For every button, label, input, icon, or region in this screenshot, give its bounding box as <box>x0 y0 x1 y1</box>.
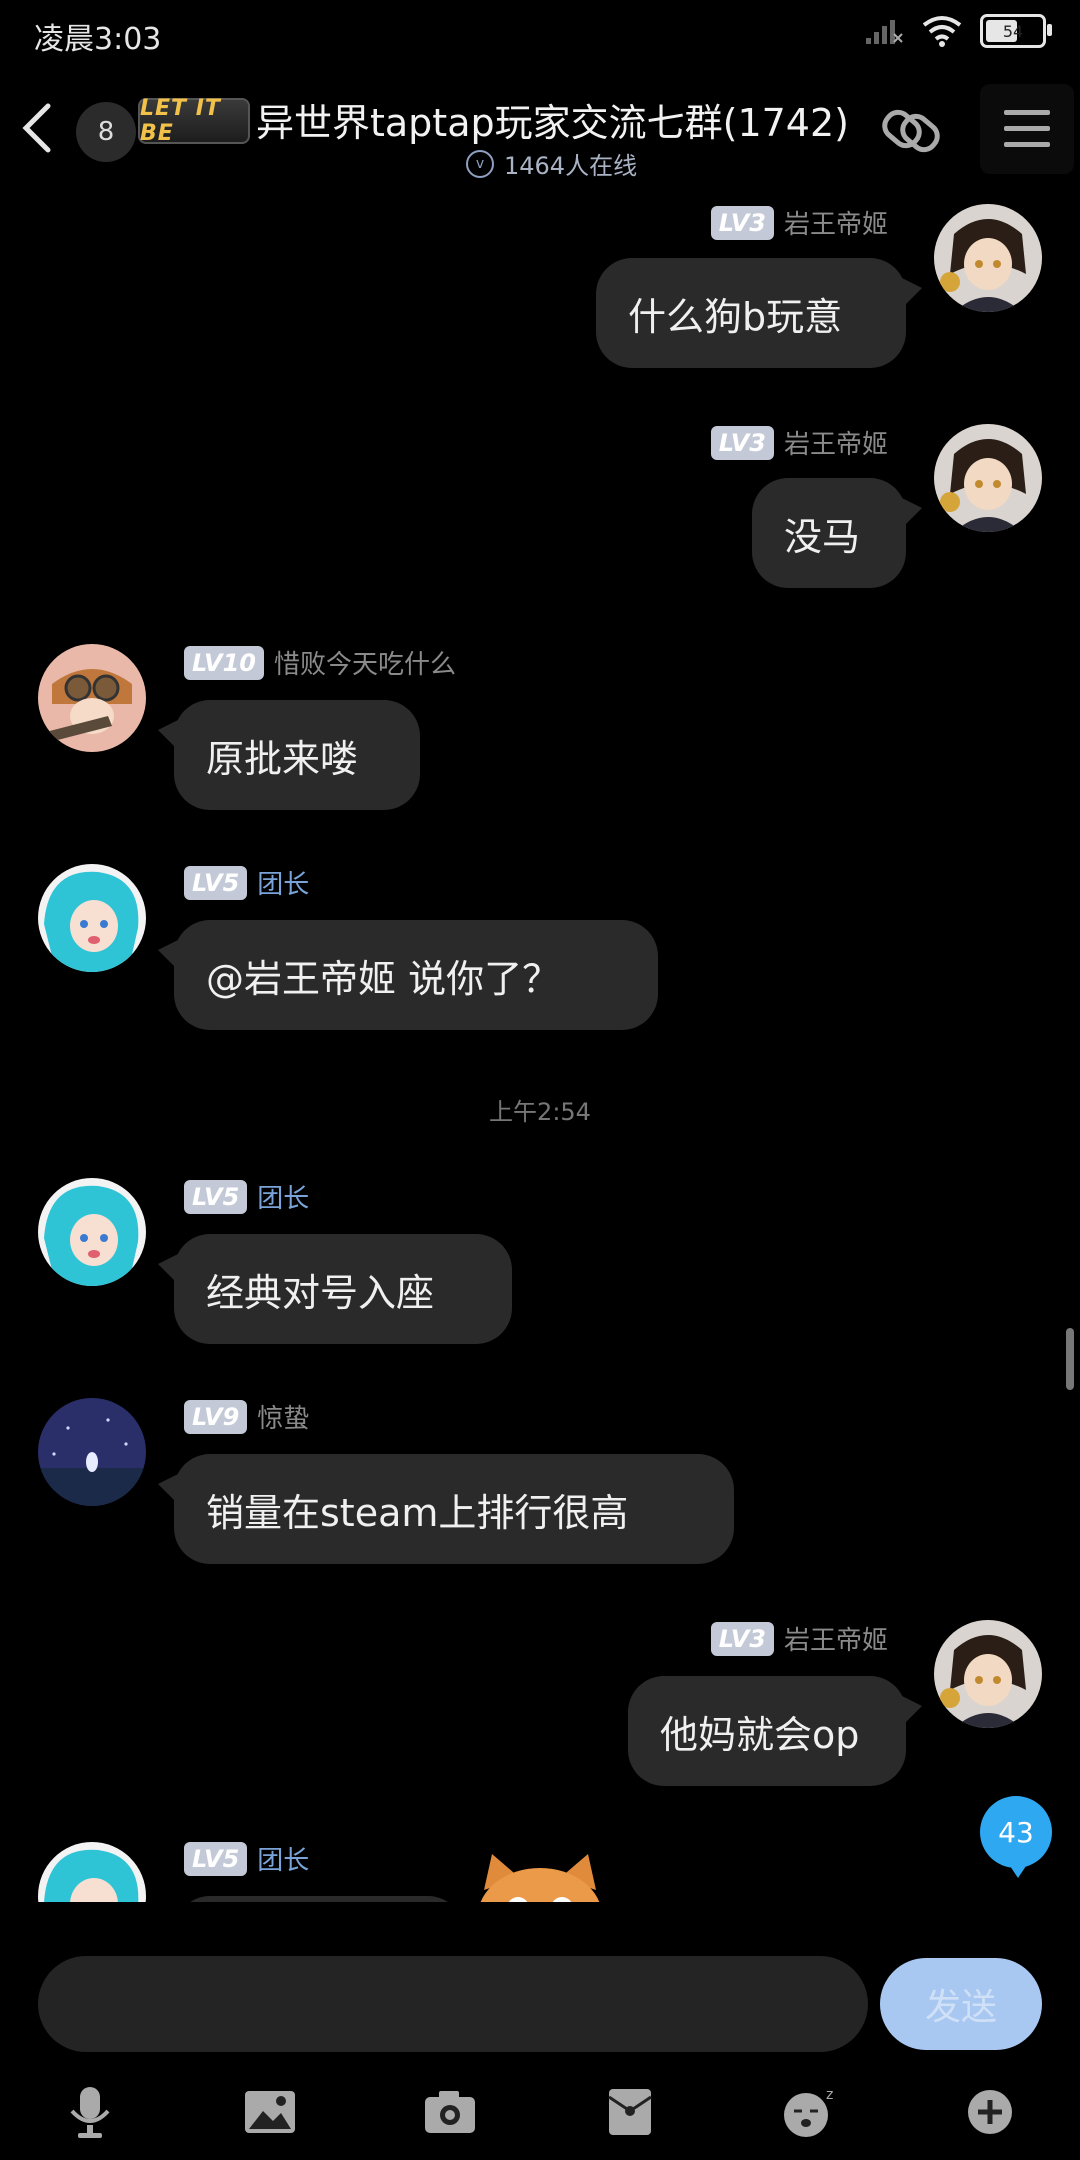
link-button[interactable] <box>876 98 946 164</box>
level-badge: LV9 <box>184 1399 248 1434</box>
status-bar: 凌晨3:03 54 <box>0 0 1080 70</box>
avatar[interactable] <box>38 644 146 752</box>
group-logo: LET IT BE <box>138 96 250 146</box>
message-bubble[interactable]: 销量在steam上排行很高 <box>158 1454 734 1564</box>
message-bubble[interactable]: @岩王帝姬 说你了？ <box>158 920 658 1030</box>
new-messages-badge[interactable]: 43 <box>980 1796 1052 1878</box>
level-badge: LV10 <box>184 645 264 680</box>
menu-icon <box>1004 110 1050 147</box>
level-badge: LV5 <box>184 1179 248 1214</box>
message-meta: LV5 团长 <box>184 1178 309 1215</box>
input-bar: 发送 <box>0 1902 1080 2072</box>
status-icons: 54 <box>864 14 1052 48</box>
emoji-button[interactable]: z <box>780 2082 840 2142</box>
nickname[interactable]: 岩王帝姬 <box>784 424 888 461</box>
message-bubble[interactable]: 经典对号入座 <box>158 1234 512 1344</box>
chat-header: 8 LET IT BE 异世界taptap玩家交流七群(1742) v 1464… <box>0 70 1080 190</box>
nickname[interactable]: 惜败今天吃什么 <box>274 644 456 681</box>
nickname[interactable]: 岩王帝姬 <box>784 1620 888 1657</box>
nickname[interactable]: 团长 <box>257 1840 309 1877</box>
message-bubble[interactable]: 什么狗b玩意 <box>596 258 922 368</box>
nickname[interactable]: 团长 <box>257 864 309 901</box>
message-bubble[interactable]: 他妈就会op <box>628 1676 922 1786</box>
menu-button[interactable] <box>980 84 1074 174</box>
bottom-toolbar: z <box>0 2072 1080 2160</box>
microphone-icon <box>70 2087 110 2138</box>
more-button[interactable] <box>960 2082 1020 2142</box>
battery-icon: 54 <box>980 14 1052 48</box>
avatar[interactable] <box>38 1398 146 1506</box>
status-time: 凌晨3:03 <box>34 22 162 57</box>
chevron-left-icon <box>22 103 51 153</box>
level-badge: LV5 <box>184 1841 248 1876</box>
message-meta: LV9 惊蛰 <box>184 1398 309 1435</box>
avatar[interactable] <box>934 424 1042 532</box>
message-meta: LV5 团长 <box>184 1840 309 1877</box>
message-meta: LV10 惜败今天吃什么 <box>184 644 456 681</box>
level-badge: LV3 <box>710 1621 774 1656</box>
online-count[interactable]: v 1464人在线 <box>466 146 637 181</box>
message-input[interactable] <box>38 1956 868 2052</box>
message-bubble[interactable]: 原批来喽 <box>158 700 420 810</box>
cellular-signal-icon <box>866 20 903 44</box>
online-count-label: 1464人在线 <box>504 152 638 180</box>
nickname[interactable]: 惊蛰 <box>257 1398 309 1435</box>
plus-icon <box>968 2090 1012 2134</box>
svg-text:z: z <box>826 2087 833 2103</box>
message-meta: LV3 岩王帝姬 <box>710 204 888 241</box>
unread-count-badge[interactable]: 8 <box>76 102 136 162</box>
image-icon <box>245 2091 295 2133</box>
link-icon <box>882 109 940 153</box>
message-meta: LV3 岩王帝姬 <box>710 1620 888 1657</box>
red-packet-button[interactable] <box>600 2082 660 2142</box>
camera-button[interactable] <box>420 2082 480 2142</box>
message-meta: LV5 团长 <box>184 864 309 901</box>
avatar[interactable] <box>38 864 146 972</box>
chevron-down-icon: v <box>466 149 494 178</box>
avatar[interactable] <box>934 1620 1042 1728</box>
level-badge: LV5 <box>184 865 248 900</box>
avatar[interactable] <box>38 1842 146 1902</box>
message-list[interactable]: LV3 岩王帝姬 什么狗b玩意 LV3 岩王帝姬 没马 LV10 惜败今天吃什么… <box>0 190 1080 1902</box>
message-meta: LV3 岩王帝姬 <box>710 424 888 461</box>
camera-icon <box>425 2091 475 2133</box>
back-button[interactable] <box>14 98 66 158</box>
level-badge: LV3 <box>710 205 774 240</box>
image-button[interactable] <box>240 2082 300 2142</box>
timestamp: 上午2:54 <box>489 1098 591 1126</box>
avatar[interactable] <box>38 1178 146 1286</box>
emoji-icon: z <box>784 2087 833 2137</box>
avatar[interactable] <box>934 204 1042 312</box>
nickname[interactable]: 岩王帝姬 <box>784 204 888 241</box>
red-packet-icon <box>608 2089 652 2135</box>
battery-level: 54 <box>1002 21 1024 41</box>
scrollbar[interactable] <box>1066 1328 1074 1390</box>
send-button[interactable]: 发送 <box>880 1958 1042 2050</box>
nickname[interactable]: 团长 <box>257 1178 309 1215</box>
message-bubble[interactable]: 没马 <box>752 478 922 588</box>
voice-button[interactable] <box>60 2082 120 2142</box>
level-badge: LV3 <box>710 425 774 460</box>
group-title[interactable]: 异世界taptap玩家交流七群(1742) <box>256 92 849 147</box>
wifi-icon <box>922 16 962 47</box>
